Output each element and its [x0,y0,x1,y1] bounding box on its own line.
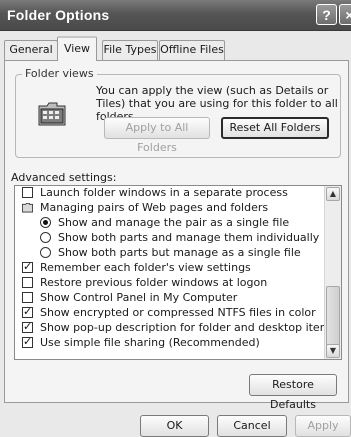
help-button[interactable]: ? [316,4,337,25]
checkbox[interactable] [22,319,33,334]
checkbox[interactable] [22,304,33,319]
scroll-up-icon[interactable]: ▲ [326,187,340,201]
tab-offline-files[interactable]: Offline Files [159,40,225,60]
window-title: Folder Options [7,7,110,23]
advanced-setting-label: Restore previous folder windows at logon [40,276,268,289]
folder-views-group: Folder views You can apply the view (suc… [15,67,341,158]
cancel-button[interactable]: Cancel [217,415,287,437]
checkbox[interactable] [22,334,33,349]
ok-button[interactable]: OK [140,415,209,437]
advanced-setting-item[interactable]: Show both parts and manage them individu… [15,230,325,245]
advanced-setting-label: Show encrypted or compressed NTFS files … [40,306,316,319]
checkbox[interactable] [22,187,33,198]
tab-view[interactable]: View [57,36,97,61]
checkbox[interactable] [22,292,33,303]
folder-views-label: Folder views [22,67,97,80]
advanced-setting-item[interactable]: Launch folder windows in a separate proc… [15,186,325,200]
tab-general[interactable]: General [4,40,58,60]
vertical-scrollbar[interactable]: ▲ ▼ [324,186,341,359]
close-button[interactable]: × [339,4,351,25]
apply-button[interactable]: Apply [295,415,351,437]
advanced-setting-item[interactable]: Use simple file sharing (Recommended) [15,334,325,350]
folder-details-view-icon [38,102,66,126]
advanced-settings-label: Advanced settings: [11,171,117,184]
checkbox[interactable] [22,259,33,274]
advanced-setting-label: Show Control Panel in My Computer [40,291,238,304]
scroll-down-icon[interactable]: ▼ [326,344,340,358]
advanced-setting-item[interactable]: Show and manage the pair as a single fil… [15,215,325,230]
checkbox[interactable] [22,277,33,288]
advanced-setting-item[interactable]: Remember each folder's view settings [15,259,325,275]
advanced-setting-label: Show both parts but manage as a single f… [58,246,301,259]
folder-options-dialog: Folder Options ? × General View File Typ… [0,0,351,437]
advanced-setting-item[interactable]: Restore previous folder windows at logon [15,275,325,290]
advanced-settings-list[interactable]: Launch folder windows in a separate proc… [14,185,342,360]
title-bar[interactable]: Folder Options ? × [0,0,351,31]
scrollbar-thumb[interactable] [326,286,340,346]
radio-button[interactable] [40,232,51,243]
reset-all-folders-button[interactable]: Reset All Folders [221,117,329,139]
advanced-setting-label: Launch folder windows in a separate proc… [40,186,288,199]
advanced-setting-label: Remember each folder's view settings [40,261,251,274]
advanced-setting-item[interactable]: Show encrypted or compressed NTFS files … [15,304,325,320]
view-tab-panel: Folder views You can apply the view (suc… [4,60,349,411]
advanced-setting-label: Show and manage the pair as a single fil… [58,216,290,229]
advanced-setting-label: Show both parts and manage them individu… [58,231,320,244]
apply-to-all-folders-button[interactable]: Apply to All Folders [104,117,210,154]
advanced-setting-item[interactable]: Show pop-up description for folder and d… [15,319,336,335]
folder-icon [22,202,33,213]
advanced-setting-label: Use simple file sharing (Recommended) [40,336,260,349]
radio-button[interactable] [40,217,51,228]
advanced-setting-label: Show pop-up description for folder and d… [40,321,337,334]
advanced-setting-label: Managing pairs of Web pages and folders [40,201,269,214]
radio-button[interactable] [40,247,51,258]
advanced-setting-item[interactable]: Show Control Panel in My Computer [15,290,325,305]
restore-defaults-button[interactable]: Restore Defaults [249,374,337,411]
advanced-setting-item[interactable]: Show both parts but manage as a single f… [15,245,325,260]
tab-file-types[interactable]: File Types [102,40,158,60]
advanced-setting-item[interactable]: Managing pairs of Web pages and folders [15,200,325,215]
